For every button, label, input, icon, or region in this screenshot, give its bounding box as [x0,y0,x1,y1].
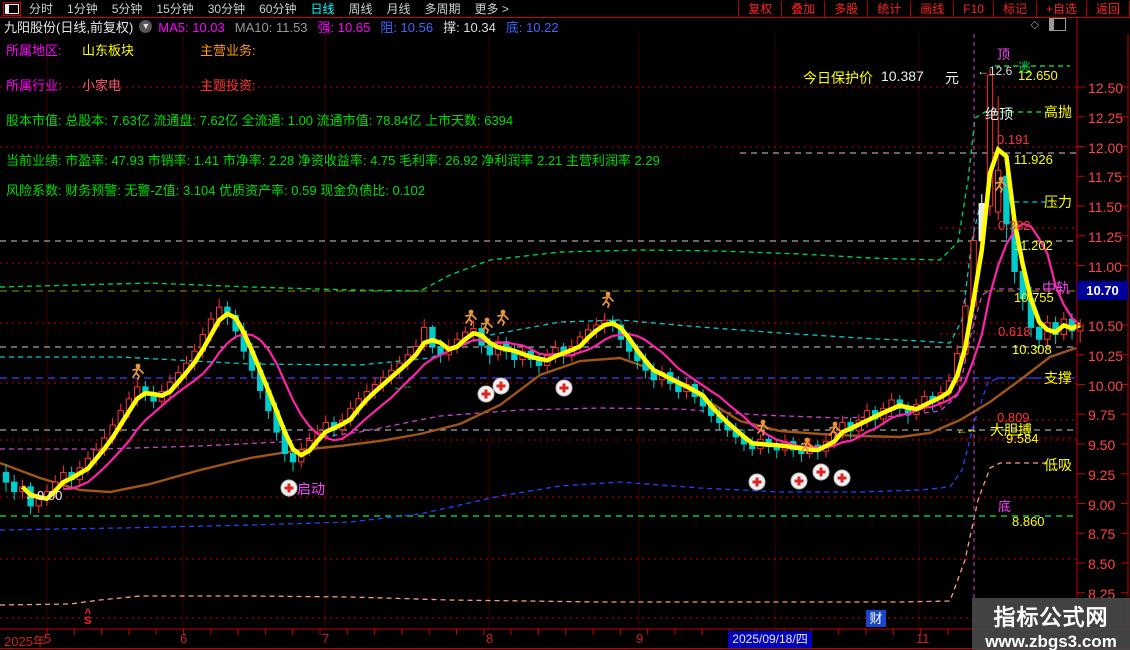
lower-salmon [0,462,1048,606]
price-tick-label: 10.00 [1088,377,1124,394]
level-label: 启动 [297,481,325,497]
price-tick-label: 12.00 [1088,139,1124,156]
kline-chart[interactable] [0,0,1130,650]
app-window: 分时 1分钟 5分钟 15分钟 30分钟 60分钟 日线 周线 月线 多周期 更多 > 复权 叠加 多股… [0,0,1130,650]
brown-ma [0,346,1077,494]
level-label: 0.382 [998,218,1031,233]
price-tick-label: 9.25 [1088,466,1116,483]
finance-badge[interactable]: 财 [866,610,886,627]
fundamental-info: 所属行业: [6,78,62,93]
current-price-tag: 10.70 [1077,281,1128,300]
price-tick-label: 8.50 [1088,556,1116,572]
level-label: 底 [998,499,1012,514]
cross-circle-icon [492,377,510,395]
fundamental-info: 山东板块 [82,43,135,58]
price-tick-label: 12.25 [1088,109,1124,126]
watermark-title: 指标公式网 [993,605,1109,630]
level-label: 8.860 [1012,514,1045,529]
fundamental-info: 所属地区: [6,43,62,58]
mid-magenta-band [0,288,1048,450]
watermark: 指标公式网 www.zbgs3.com [972,598,1130,650]
level-label: 11.926 [1014,152,1053,167]
price-tick-label: 10.25 [1088,347,1124,364]
cross-circle-icon [833,469,851,487]
candle-body [995,169,1002,213]
fundamental-info: 风险系数: 财务预警: 无警-Z值: 3.104 优质资产率: 0.59 现金负… [6,183,425,198]
price-tick-label: 11.25 [1088,228,1122,245]
level-label: 支撑 [1044,370,1072,386]
cross-circle-icon [790,472,808,490]
price-tick-label: 11.00 [1088,258,1122,275]
axis-month-label: 9 [636,631,644,646]
axis-month-label: 6 [180,631,188,646]
price-tick-label: 11.75 [1088,169,1122,186]
price-tick-label: 11.50 [1088,199,1122,215]
selected-date-box[interactable]: 2025/09/18/四 [728,631,812,648]
level-label: ←-- [956,423,976,437]
level-label: 10.308 [1012,342,1052,357]
price-tick-label: 9.75 [1088,407,1116,424]
level-label: 12.650 [1018,68,1058,83]
protect-price-unit: 元 [945,70,959,86]
level-label: ←-- [393,381,412,393]
candle-body [429,326,436,347]
candle-body [1036,326,1043,340]
price-tick-label: 8.75 [1088,526,1116,543]
price-tick-label: 12.50 [1088,80,1124,96]
price-tick-label: 10.50 [1088,318,1124,334]
fundamental-info: 股本市值: 总股本: 7.63亿 流通盘: 7.62亿 全流通: 1.00 流通… [6,113,514,128]
level-label: 顶 [997,47,1011,62]
axis-month-label: 8 [486,631,494,646]
level-label: 低吸 [1044,457,1072,473]
signal-s-marker: ˄ S [84,606,92,627]
level-label: 绝顶 [985,106,1013,122]
level-label: 10.755 [1014,290,1054,305]
candle-body [486,344,494,356]
fundamental-info: 当前业绩: 市盈率: 47.93 市销率: 1.41 市净率: 2.28 净资收… [6,153,660,168]
candle-body [11,481,18,493]
protect-price-label: 今日保护价 [803,70,873,86]
fundamental-info: 小家电 [82,78,122,93]
level-label: 0.191 [997,132,1030,147]
candle-body [2,472,10,483]
cross-circle-icon [555,379,573,397]
runner-icon [132,363,144,380]
level-label: 高抛 [1044,104,1072,120]
watermark-url: www.zbgs3.com [985,632,1117,650]
level-label: 0.618 [998,324,1031,339]
price-tick-label: 9.50 [1088,437,1116,453]
level-label: ←9.00 [24,488,63,503]
upper-green [0,111,1048,292]
level-label: 9.584 [1006,431,1039,446]
axis-year-label: 2025年 [4,634,46,649]
fundamental-info: 主题投资: [200,78,256,93]
axis-month-label: 7 [322,631,330,646]
cross-circle-icon [280,479,298,497]
cross-circle-icon [477,385,495,403]
level-label: 11.202 [1014,238,1053,253]
level-label: ←12.6 [977,64,1013,78]
cross-circle-icon [812,463,830,481]
axis-month-label: 11 [916,631,930,646]
cross-circle-icon [748,473,766,491]
price-tick-label: 9.00 [1088,496,1116,513]
level-label: 压力 [1044,194,1072,210]
fundamental-info: 主营业务: [200,43,256,58]
axis-month-label: 5 [44,631,52,646]
candle-body [289,453,297,463]
protect-price-value: 10.387 [881,68,924,84]
runner-icon [602,291,614,308]
